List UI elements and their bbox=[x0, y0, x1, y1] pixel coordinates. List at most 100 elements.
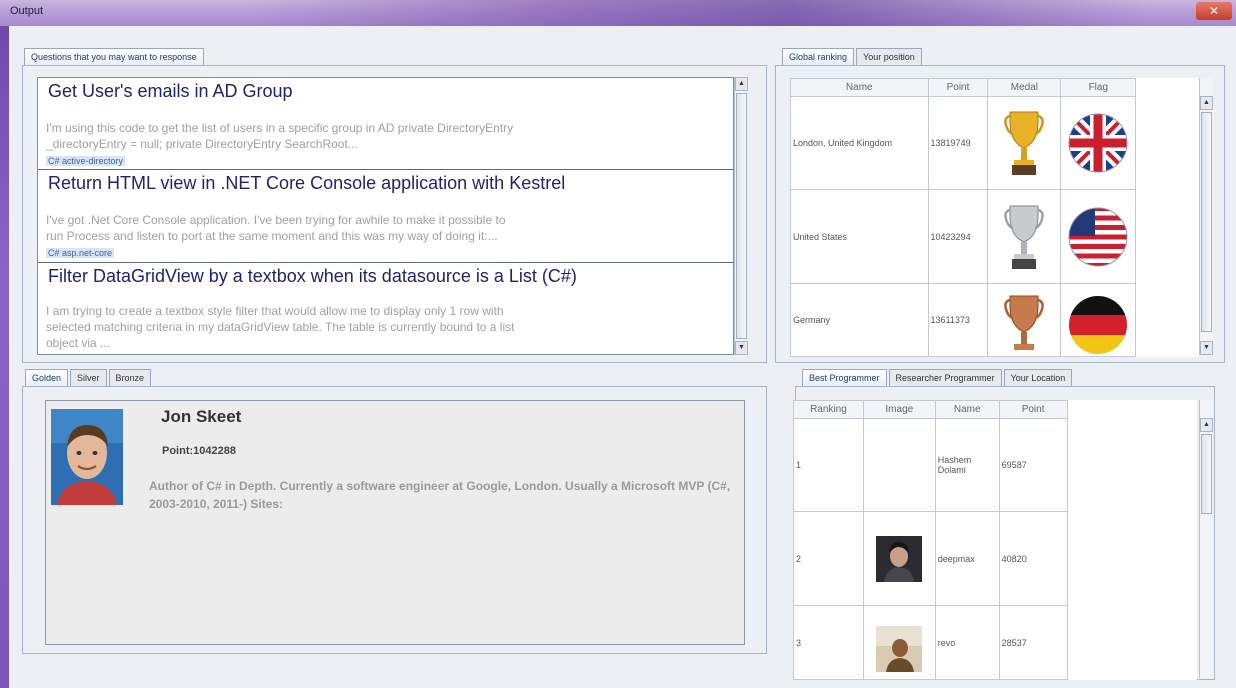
flag-cell bbox=[1060, 283, 1137, 357]
question-excerpt: I've got .Net Core Console application. … bbox=[46, 212, 686, 244]
close-button[interactable]: ✕ bbox=[1196, 2, 1232, 20]
ranking-tabs: Global ranking Your position bbox=[782, 48, 924, 65]
table-row[interactable]: United States 10423294 bbox=[790, 189, 1199, 284]
question-title[interactable]: Return HTML view in .NET Core Console ap… bbox=[48, 173, 565, 194]
table-row[interactable]: London, United Kingdom 13819749 bbox=[790, 96, 1199, 190]
empty-cell bbox=[1136, 190, 1199, 284]
programmer-image bbox=[862, 418, 936, 512]
excerpt-line: selected matching criteria in my dataGri… bbox=[46, 320, 515, 334]
question-item[interactable]: Get User's emails in AD Group I'm using … bbox=[38, 78, 733, 170]
ranking-scrollbar[interactable]: ▲ ▼ bbox=[1199, 78, 1213, 355]
questions-list: Get User's emails in AD Group I'm using … bbox=[37, 77, 734, 355]
ranking-name: Germany bbox=[790, 283, 929, 357]
tab-silver[interactable]: Silver bbox=[70, 369, 107, 386]
scroll-up-icon[interactable]: ▲ bbox=[1200, 418, 1213, 432]
questions-scrollbar[interactable]: ▲ ▼ bbox=[734, 77, 748, 355]
tab-best-programmer[interactable]: Best Programmer bbox=[802, 369, 887, 386]
column-header[interactable]: Name bbox=[790, 78, 929, 97]
tab-researcher-programmer[interactable]: Researcher Programmer bbox=[888, 369, 1002, 386]
table-row[interactable]: Germany 13611373 bbox=[790, 283, 1199, 357]
scroll-thumb[interactable] bbox=[736, 93, 747, 339]
programmer-image bbox=[862, 511, 936, 606]
tab-your-position[interactable]: Your position bbox=[856, 48, 922, 65]
ranking-header-row: Name Point Medal Flag bbox=[790, 78, 1199, 97]
profile-name: Jon Skeet bbox=[161, 407, 242, 426]
ranking-point: 10423294 bbox=[927, 189, 989, 284]
tab-questions[interactable]: Questions that you may want to response bbox=[24, 48, 204, 65]
us-flag-icon bbox=[1068, 207, 1128, 266]
programmer-ranking: 1 bbox=[793, 418, 864, 512]
scroll-down-icon[interactable]: ▼ bbox=[1200, 341, 1213, 355]
programmer-point: 69587 bbox=[998, 418, 1068, 512]
tab-global-ranking[interactable]: Global ranking bbox=[782, 48, 855, 65]
excerpt-line: object via ... bbox=[46, 336, 111, 350]
title-bar: Output ✕ bbox=[0, 0, 1236, 26]
empty-cell bbox=[1067, 419, 1197, 512]
scroll-thumb[interactable] bbox=[1201, 434, 1212, 514]
tab-your-location[interactable]: Your Location bbox=[1003, 369, 1073, 386]
ranking-name: London, United Kingdom bbox=[790, 96, 929, 190]
column-header[interactable]: Point bbox=[927, 78, 989, 97]
question-tags[interactable]: C# asp.net-core bbox=[46, 248, 115, 258]
tab-bronze[interactable]: Bronze bbox=[108, 369, 152, 386]
flag-cell bbox=[1060, 96, 1137, 190]
empty-cell bbox=[1067, 512, 1197, 606]
scroll-thumb[interactable] bbox=[1201, 112, 1212, 332]
scroll-up-icon[interactable]: ▲ bbox=[1200, 96, 1213, 110]
ranking-point: 13819749 bbox=[927, 96, 989, 190]
column-header[interactable]: Medal bbox=[987, 78, 1062, 97]
profile-point: Point:1042288 bbox=[162, 445, 236, 457]
programmer-tabs: Best Programmer Researcher Programmer Yo… bbox=[802, 369, 1074, 386]
table-row[interactable]: 2 deepmax 40820 bbox=[793, 511, 1197, 606]
avatar bbox=[51, 409, 123, 505]
question-item[interactable]: Filter DataGridView by a textbox when it… bbox=[38, 263, 733, 354]
question-tags[interactable]: C# active-directory bbox=[46, 156, 126, 166]
empty-header bbox=[1067, 400, 1197, 419]
programmer-scrollbar[interactable]: ▲ bbox=[1199, 400, 1213, 678]
profile-bio: Author of C# in Depth. Currently a softw… bbox=[149, 479, 731, 511]
column-header[interactable]: Ranking bbox=[793, 400, 864, 419]
question-item[interactable]: Return HTML view in .NET Core Console ap… bbox=[38, 170, 733, 263]
scroll-up-icon[interactable]: ▲ bbox=[735, 77, 748, 91]
medal-cell bbox=[987, 189, 1062, 284]
question-excerpt: I'm using this code to get the list of u… bbox=[46, 120, 686, 152]
programmer-point: 40820 bbox=[998, 511, 1068, 606]
tab-golden[interactable]: Golden bbox=[25, 369, 69, 386]
medal-cell bbox=[987, 96, 1062, 190]
programmer-header-row: Ranking Image Name Point bbox=[793, 400, 1197, 419]
medal-tabs: Golden Silver Bronze bbox=[25, 369, 153, 386]
programmer-ranking: 2 bbox=[793, 511, 864, 606]
programmer-image bbox=[862, 605, 936, 680]
programmer-point: 28537 bbox=[998, 605, 1068, 680]
question-excerpt: I am trying to create a textbox style fi… bbox=[46, 303, 686, 351]
uk-flag-icon bbox=[1068, 113, 1128, 173]
question-title[interactable]: Filter DataGridView by a textbox when it… bbox=[48, 266, 577, 287]
question-title[interactable]: Get User's emails in AD Group bbox=[48, 81, 293, 102]
programmer-name: deepmax bbox=[934, 511, 1000, 606]
excerpt-line: run Process and listen to port at the sa… bbox=[46, 229, 498, 243]
empty-cell bbox=[1067, 606, 1197, 680]
empty-cell bbox=[1136, 97, 1199, 190]
excerpt-line: I'm using this code to get the list of u… bbox=[46, 121, 514, 135]
empty-header bbox=[1135, 78, 1199, 97]
excerpt-line: I've got .Net Core Console application. … bbox=[46, 213, 506, 227]
column-header[interactable]: Flag bbox=[1060, 78, 1137, 97]
excerpt-line: _directoryEntry = null; private Director… bbox=[46, 137, 358, 151]
column-header[interactable]: Name bbox=[934, 400, 1000, 419]
column-header[interactable]: Point bbox=[998, 400, 1068, 419]
questions-tabs: Questions that you may want to response bbox=[24, 48, 206, 65]
table-row[interactable]: 3 revo 28537 bbox=[793, 605, 1197, 680]
ranking-point: 13611373 bbox=[927, 283, 989, 357]
column-header[interactable]: Image bbox=[862, 400, 936, 419]
programmer-name: revo bbox=[934, 605, 1000, 680]
programmer-name: Hashem Dolami bbox=[934, 418, 1000, 512]
avatar bbox=[876, 535, 923, 582]
flag-cell bbox=[1060, 189, 1137, 284]
table-row[interactable]: 1 Hashem Dolami 69587 bbox=[793, 418, 1197, 512]
ranking-name: United States bbox=[790, 189, 929, 284]
programmer-table: Ranking Image Name Point 1 Hashem Dolami… bbox=[793, 400, 1197, 680]
empty-cell bbox=[1136, 284, 1199, 357]
germany-flag-icon bbox=[1069, 296, 1128, 354]
silver-trophy-icon bbox=[1004, 205, 1045, 269]
scroll-down-icon[interactable]: ▼ bbox=[735, 341, 748, 355]
